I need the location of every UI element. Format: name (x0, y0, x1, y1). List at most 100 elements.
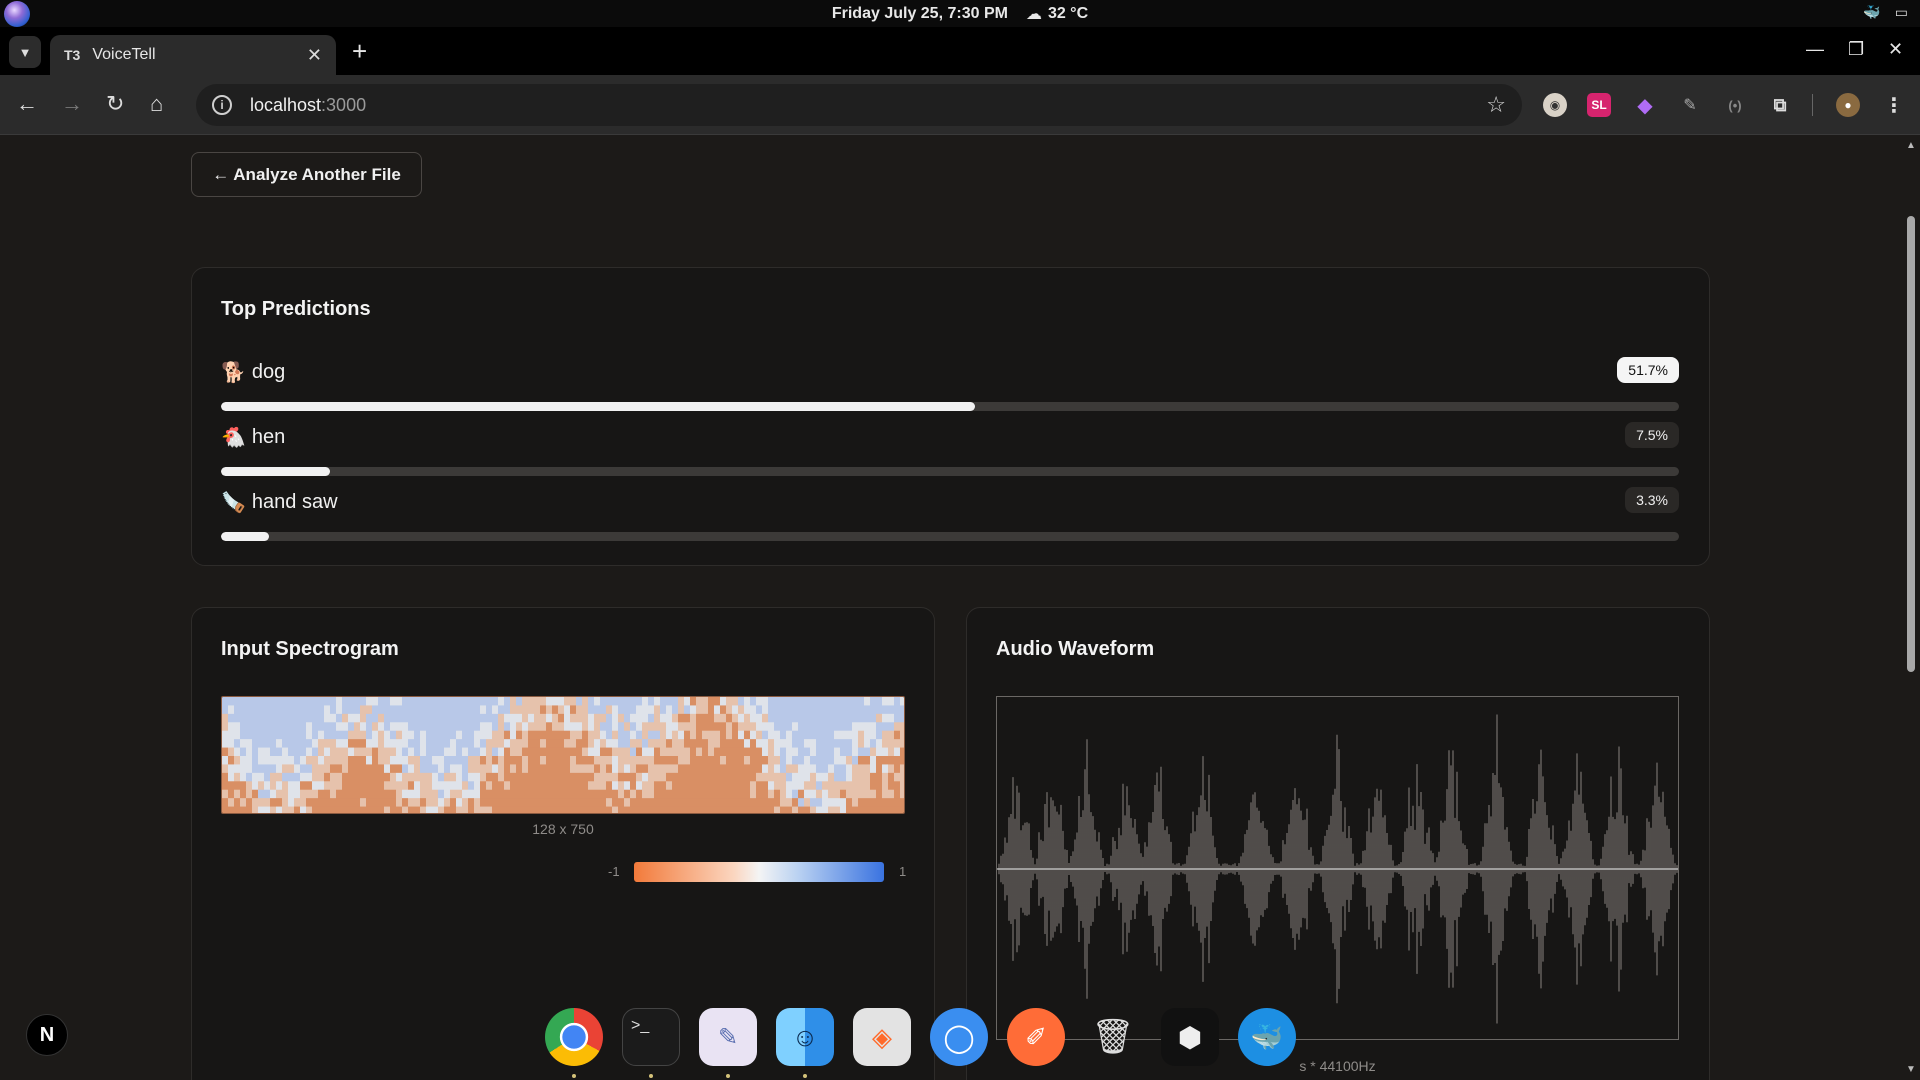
docker-dock-icon[interactable]: 🐳 (1238, 1008, 1296, 1066)
postman-dock-icon[interactable]: ✐ (1007, 1008, 1065, 1066)
spectrogram-cell (444, 747, 451, 757)
broadcast-extension-icon[interactable]: (•) (1723, 93, 1747, 117)
site-info-icon[interactable]: i (212, 95, 232, 115)
spectrogram-cell (612, 781, 619, 791)
spectrogram-cell (240, 806, 247, 813)
bookmark-star-icon[interactable]: ☆ (1486, 92, 1506, 118)
forward-arrow-icon[interactable]: → (61, 92, 83, 116)
prediction-row: 🐕 dog 51.7% (221, 357, 1679, 420)
analyze-another-file-button[interactable]: ← Analyze Another File (191, 152, 422, 197)
spectrogram-cell (678, 697, 685, 706)
reader-extension-icon[interactable]: ◉ (1543, 93, 1567, 117)
waveform-plot (996, 696, 1679, 1040)
docker-tray-icon[interactable]: 🐳 (1863, 4, 1880, 21)
grammar-extension-icon[interactable]: ✎ (1678, 93, 1702, 117)
minimize-window-button[interactable]: — (1806, 39, 1824, 60)
spectrogram-cell (510, 806, 517, 813)
spectrogram-cell (636, 806, 643, 813)
os-clock[interactable]: Friday July 25, 7:30 PM (832, 5, 1008, 23)
display-tray-icon[interactable]: ▭ (1895, 4, 1908, 21)
trash-dock-icon[interactable]: 🗑 (1084, 1008, 1142, 1066)
reload-icon[interactable]: ↻ (106, 92, 124, 116)
spectrogram-cell (462, 747, 469, 757)
os-launcher-icon[interactable] (4, 1, 30, 27)
weather-widget[interactable]: ☁ 32 °C (1026, 4, 1088, 24)
browser-menu-icon[interactable]: ⋮ (1882, 93, 1906, 117)
spectrogram-cell (504, 722, 511, 732)
spectrogram-cell (306, 798, 313, 808)
spectrogram-cell (270, 705, 277, 715)
spectrogram-cell (438, 697, 445, 706)
spectrogram-cell (654, 747, 661, 757)
new-tab-button[interactable]: + (352, 37, 367, 65)
spectrogram-cell (426, 697, 433, 706)
spectrogram-cell (744, 739, 751, 749)
spectrogram-cell (564, 781, 571, 791)
scroll-up-icon[interactable]: ▲ (1906, 140, 1916, 151)
close-window-button[interactable]: ✕ (1888, 39, 1903, 60)
back-arrow-icon[interactable]: ← (16, 92, 38, 116)
spectrogram-cell (318, 789, 325, 799)
spectrogram-cell (282, 705, 289, 715)
spectrogram-cell (438, 747, 445, 757)
address-bar[interactable]: i localhost :3000 ☆ (196, 84, 1522, 126)
spectrogram-cell (816, 756, 823, 765)
spectrogram-cell (834, 772, 841, 782)
spectrogram-cell (714, 789, 721, 799)
spectrogram-cell (504, 730, 511, 740)
terminal-dock-icon[interactable]: >_ (622, 1008, 680, 1066)
scrollbar-thumb[interactable] (1907, 216, 1915, 672)
spectrogram-cell (234, 781, 241, 791)
finder-dock-icon[interactable]: ☺ (776, 1008, 834, 1066)
spectrogram-cell (396, 806, 403, 813)
page-scrollbar[interactable]: ▲ ▼ (1902, 136, 1920, 1080)
sl-extension-icon[interactable]: SL (1587, 93, 1611, 117)
prediction-row: 🐔 hen 7.5% (221, 422, 1679, 485)
box-dock-icon[interactable]: ⬢ (1161, 1008, 1219, 1066)
spectrogram-cell (876, 697, 883, 706)
extensions-puzzle-icon[interactable]: ⧉ (1768, 93, 1792, 117)
spectrogram-cell (252, 705, 259, 715)
spectrogram-cell (726, 806, 733, 813)
spectrogram-cell (348, 756, 355, 765)
spectrogram-cell (528, 713, 535, 723)
tab-voicetell[interactable]: T3 VoiceTell ✕ (50, 35, 336, 75)
spectrogram-cell (750, 697, 757, 706)
scroll-down-icon[interactable]: ▼ (1906, 1064, 1916, 1075)
spectrogram-cell (282, 730, 289, 740)
text-editor-dock-icon[interactable]: ✎ (699, 1008, 757, 1066)
spectrogram-cell (312, 705, 319, 715)
spectrogram-cell (834, 697, 841, 706)
spectrogram-cell (552, 739, 559, 749)
home-icon[interactable]: ⌂ (150, 92, 163, 116)
spectrogram-cell (762, 789, 769, 799)
spectrogram-cell (846, 747, 853, 757)
spectrogram-cell (408, 722, 415, 732)
spectrogram-cell (594, 739, 601, 749)
tab-search-button[interactable]: ▼ (9, 36, 41, 68)
spectrogram-cell (492, 781, 499, 791)
spectrogram-cell (450, 722, 457, 732)
spectrogram-cell (738, 764, 745, 774)
spectrogram-cell (408, 806, 415, 813)
restore-window-button[interactable]: ❐ (1848, 39, 1864, 60)
spectrogram-cell (246, 705, 253, 715)
signal-dock-icon[interactable]: ◯ (930, 1008, 988, 1066)
spectrogram-cell (486, 806, 493, 813)
spectrogram-cell (438, 781, 445, 791)
chrome-dock-icon[interactable] (545, 1008, 603, 1066)
nextjs-dev-badge[interactable]: N (26, 1014, 68, 1056)
spectrogram-cell (444, 764, 451, 774)
spectrogram-cell (636, 756, 643, 765)
spectrogram-cell (738, 697, 745, 706)
spectrogram-cell (420, 798, 427, 808)
gem-extension-icon[interactable]: ◆ (1633, 93, 1657, 117)
spectrogram-cell (720, 764, 727, 774)
spectrogram-cell (636, 772, 643, 782)
spectrogram-cell (774, 730, 781, 740)
browser-dock-icon[interactable]: ◈ (853, 1008, 911, 1066)
spectrogram-cell (354, 789, 361, 799)
close-tab-icon[interactable]: ✕ (307, 45, 322, 66)
profile-avatar[interactable]: ● (1836, 93, 1860, 117)
spectrogram-cell (582, 756, 589, 765)
